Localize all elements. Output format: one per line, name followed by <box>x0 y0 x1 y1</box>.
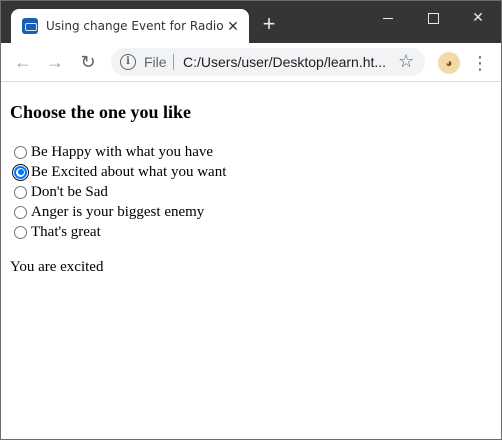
address-bar[interactable]: i File C:/Users/user/Desktop/learn.ht...… <box>111 48 425 76</box>
minimize-button[interactable] <box>373 5 403 29</box>
browser-tab[interactable]: Using change Event for Radio Bu ✕ <box>11 9 249 43</box>
tab-close-icon[interactable]: ✕ <box>225 18 241 34</box>
tab-title: Using change Event for Radio Bu <box>46 19 228 33</box>
result-text: You are excited <box>10 259 104 275</box>
profile-avatar[interactable]: ◕ <box>438 52 460 74</box>
title-bar: Using change Event for Radio Bu ✕ + ✕ <box>1 1 501 43</box>
reload-button[interactable]: ↻ <box>77 51 99 73</box>
radio-label: Be Excited about what you want <box>31 164 227 180</box>
browser-toolbar: ← → ↻ i File C:/Users/user/Desktop/learn… <box>1 43 501 82</box>
radio-option[interactable]: Anger is your biggest enemy <box>14 202 226 222</box>
maximize-button[interactable] <box>418 5 448 29</box>
url-scheme-label: File <box>144 54 167 70</box>
page-content: Choose the one you like Be Happy with wh… <box>1 82 501 439</box>
back-button[interactable]: ← <box>12 51 34 73</box>
minimize-icon <box>383 17 393 19</box>
radio-label: Be Happy with what you have <box>31 144 214 160</box>
info-icon[interactable]: i <box>120 54 136 70</box>
radio-option[interactable]: That's great <box>14 222 226 242</box>
browser-window: Using change Event for Radio Bu ✕ + ✕ ← … <box>0 0 502 440</box>
url-text[interactable]: C:/Users/user/Desktop/learn.ht... <box>183 54 393 70</box>
radio-button[interactable] <box>12 163 29 181</box>
bookmark-star-icon[interactable]: ☆ <box>398 51 414 72</box>
page-heading: Choose the one you like <box>10 102 192 122</box>
radio-label: Anger is your biggest enemy <box>31 204 205 220</box>
radio-option[interactable]: Don't be Sad <box>14 182 226 202</box>
radio-button[interactable] <box>14 205 27 219</box>
favicon-icon <box>22 18 38 34</box>
radio-label: Don't be Sad <box>31 184 108 200</box>
new-tab-button[interactable]: + <box>259 13 279 35</box>
forward-button[interactable]: → <box>44 51 66 73</box>
menu-kebab-icon[interactable]: ⋮ <box>469 51 491 75</box>
address-separator <box>173 54 174 70</box>
radio-option[interactable]: Be Excited about what you want <box>12 162 227 182</box>
radio-button[interactable] <box>14 185 27 199</box>
maximize-icon <box>427 12 439 24</box>
radio-label: That's great <box>31 224 101 240</box>
radio-option[interactable]: Be Happy with what you have <box>14 142 226 162</box>
radio-button[interactable] <box>14 225 27 239</box>
radio-button[interactable] <box>14 145 27 159</box>
close-window-button[interactable]: ✕ <box>463 5 493 29</box>
radio-group: Be Happy with what you have Be Excited ab… <box>12 142 227 242</box>
